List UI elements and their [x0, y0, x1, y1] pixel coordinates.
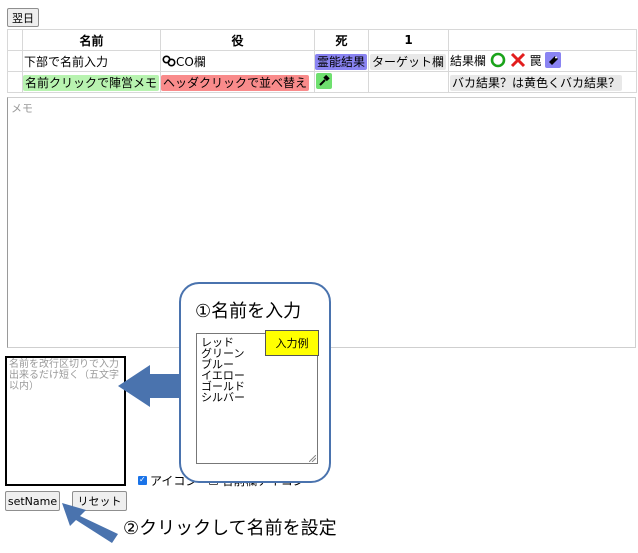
example-tag: 入力例: [265, 330, 319, 356]
example-textarea: レッド グリーン ブルー イエロー ゴールド シルバー 入力例: [196, 330, 319, 464]
arrow-to-name-input-icon: [118, 365, 182, 407]
resize-handle-icon: [309, 455, 316, 462]
step1-label: ①名前を入力: [195, 301, 302, 322]
input-example-callout: ①名前を入力 レッド グリーン ブルー イエロー ゴールド シルバー 入力例: [179, 282, 331, 483]
step2-label: ②クリックして名前を設定: [123, 518, 337, 539]
arrow-to-setname-icon: [62, 503, 118, 543]
example-names: レッド グリーン ブルー イエロー ゴールド シルバー: [201, 336, 245, 404]
